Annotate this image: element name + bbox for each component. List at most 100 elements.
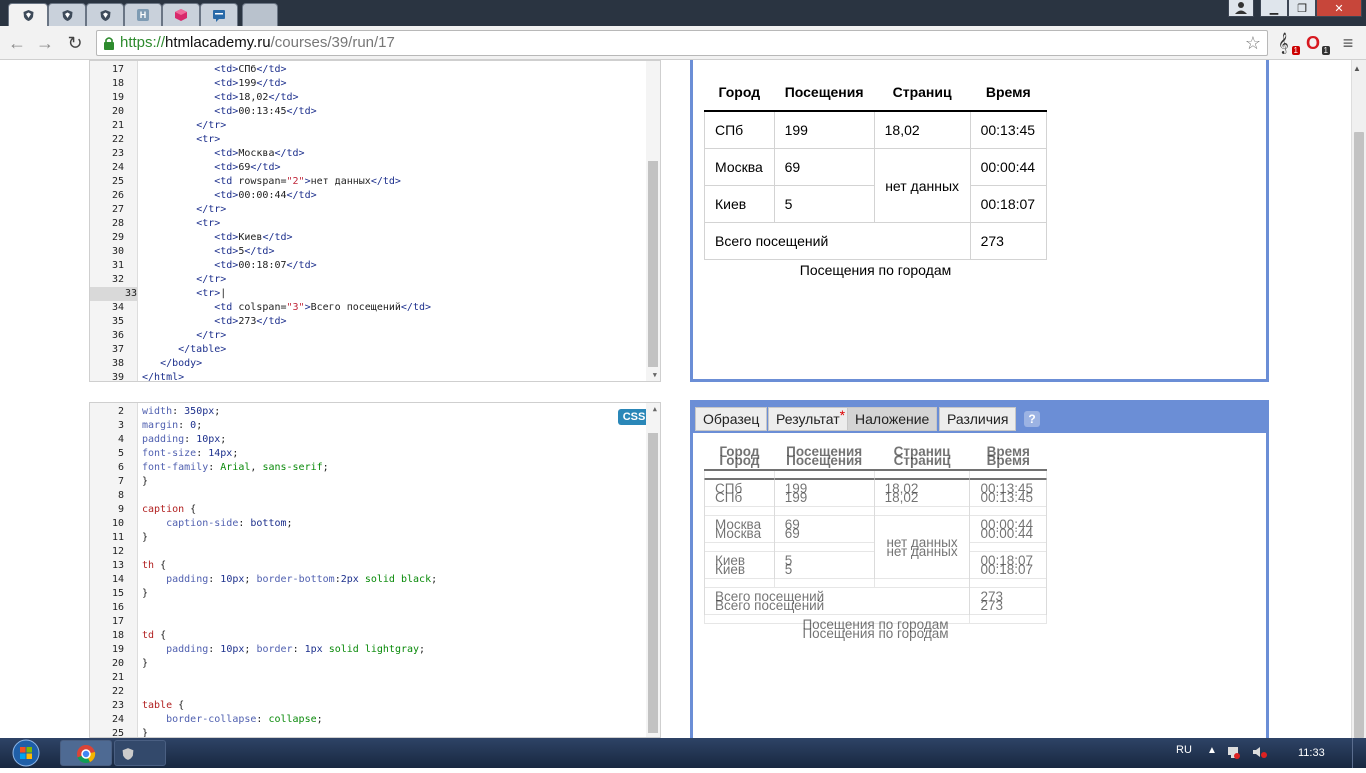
url-path: /courses/39/run/17 xyxy=(270,34,395,51)
code-line[interactable]: <td rowspan="2">нет данных</td> xyxy=(142,175,401,189)
code-line[interactable]: <td>69</td> xyxy=(142,161,280,175)
profile-button[interactable] xyxy=(1228,0,1254,17)
maximize-button[interactable]: ❐ xyxy=(1288,0,1316,17)
chrome-menu-button[interactable]: ≡ xyxy=(1338,33,1358,55)
tab-chat-site[interactable] xyxy=(200,3,238,26)
tab-h-site[interactable]: H xyxy=(124,3,162,26)
scroll-up-arrow-icon[interactable]: ▲ xyxy=(653,405,657,413)
code-line[interactable]: </tr> xyxy=(142,203,226,217)
code-line[interactable]: <tr>| xyxy=(142,287,226,301)
line-number: 21 xyxy=(111,672,124,683)
browser-toolbar: ← → ↻ https://htmlacademy.ru/courses/39/… xyxy=(0,26,1366,60)
code-line[interactable]: margin: 0; xyxy=(142,419,202,433)
code-line[interactable]: width: 350px; xyxy=(142,405,220,419)
code-line[interactable]: <td colspan="3">Всего посещений</td> xyxy=(142,301,431,315)
table-cell: 00:13:45 xyxy=(969,469,1047,507)
code-line[interactable]: <td>00:00:44</td> xyxy=(142,189,316,203)
scrollbar-thumb[interactable] xyxy=(648,433,658,733)
scroll-up-arrow-icon[interactable]: ▲ xyxy=(1353,64,1361,73)
line-number: 29 xyxy=(111,232,124,243)
code-line[interactable]: caption-side: bottom; xyxy=(142,517,292,531)
bookmark-star-icon[interactable]: ☆ xyxy=(1245,31,1261,55)
code-line[interactable]: padding: 10px; border: 1px solid lightgr… xyxy=(142,643,425,657)
code-line[interactable]: <td>5</td> xyxy=(142,245,274,259)
tab-sample[interactable]: Образец xyxy=(695,407,768,431)
code-line[interactable]: <td>Москва</td> xyxy=(142,147,304,161)
code-line[interactable]: </html> xyxy=(142,371,184,381)
page-scrollbar[interactable]: ▲ xyxy=(1351,60,1366,738)
code-line[interactable]: } xyxy=(142,587,148,601)
code-line[interactable]: padding: 10px; xyxy=(142,433,226,447)
start-button[interactable] xyxy=(4,738,48,768)
clock[interactable]: 11:33 xyxy=(1298,747,1325,759)
code-line[interactable]: <td>00:18:07</td> xyxy=(142,259,316,273)
tab-label: Наложение xyxy=(855,411,930,427)
code-line[interactable]: } xyxy=(142,657,148,671)
new-tab-button[interactable] xyxy=(242,3,278,26)
code-line[interactable]: td { xyxy=(142,629,166,643)
code-line[interactable]: <td>Киев</td> xyxy=(142,231,292,245)
extension-opera-button[interactable]: O 1 xyxy=(1306,33,1330,55)
code-line[interactable]: caption { xyxy=(142,503,196,517)
code-line[interactable]: font-family: Arial, sans-serif; xyxy=(142,461,329,475)
header-pages: Страниц xyxy=(874,74,971,112)
tab-result[interactable]: Результат* xyxy=(768,407,854,431)
show-hidden-icons-button[interactable]: ▲ xyxy=(1207,745,1217,756)
code-line[interactable]: </body> xyxy=(142,357,202,371)
html-editor-scrollbar[interactable]: ▼ xyxy=(646,61,660,381)
table-cell: Москва xyxy=(704,148,775,186)
html-code-editor[interactable]: 17 <td>СПб</td> 18 <td>199</td> 19 <td>18,… xyxy=(89,60,661,382)
overlay-frame: Посещения по городам Город Посещения Стран… xyxy=(693,433,1266,741)
code-line[interactable]: </tr> xyxy=(142,273,226,287)
code-line[interactable]: padding: 10px; border-bottom:2px solid b… xyxy=(142,573,437,587)
scrollbar-thumb[interactable] xyxy=(648,161,658,367)
code-line[interactable]: <td>СПб</td> xyxy=(142,63,286,77)
code-line[interactable]: </table> xyxy=(142,343,226,357)
code-line[interactable]: <td>199</td> xyxy=(142,77,286,91)
close-window-button[interactable]: ✕ xyxy=(1316,0,1362,17)
code-line[interactable]: table { xyxy=(142,699,184,713)
show-desktop-button[interactable] xyxy=(1352,738,1366,768)
extension-music-button[interactable]: 𝄞 1 xyxy=(1278,33,1300,55)
keyboard-language[interactable]: RU xyxy=(1176,744,1192,756)
tab-htmlacademy-2[interactable] xyxy=(48,3,86,26)
reload-button[interactable]: ↻ xyxy=(64,32,86,54)
table-header: Город xyxy=(704,434,775,471)
help-button[interactable]: ? xyxy=(1024,411,1040,427)
taskbar-app-2[interactable] xyxy=(114,740,166,766)
code-line[interactable]: <tr> xyxy=(142,133,220,147)
line-number: 7 xyxy=(117,476,124,487)
code-line[interactable]: } xyxy=(142,475,148,489)
code-line[interactable]: <td>00:13:45</td> xyxy=(142,105,316,119)
tab-htmlacademy-3[interactable] xyxy=(86,3,124,26)
code-line[interactable]: } xyxy=(142,531,148,545)
code-line[interactable]: <td>273</td> xyxy=(142,315,286,329)
line-number: 25 xyxy=(111,728,124,738)
line-number: 6 xyxy=(117,462,124,473)
back-button[interactable]: ← xyxy=(6,32,28,54)
code-line[interactable]: </tr> xyxy=(142,119,226,133)
table-header: Время xyxy=(969,434,1047,471)
address-bar[interactable]: https://htmlacademy.ru/courses/39/run/17… xyxy=(96,30,1268,56)
tab-cube-site[interactable] xyxy=(162,3,200,26)
code-line[interactable]: th { xyxy=(142,559,166,573)
tray-network-icon[interactable] xyxy=(1226,745,1240,759)
scrollbar-thumb[interactable] xyxy=(1354,132,1364,738)
tab-htmlacademy-active[interactable] xyxy=(8,3,48,26)
code-line[interactable]: } xyxy=(142,727,148,737)
css-code-editor[interactable]: 2 width: 350px; 3 margin: 0; 4 padding: 10px;… xyxy=(89,402,661,738)
minimize-button[interactable]: ▁ xyxy=(1260,0,1288,17)
tab-differences[interactable]: Различия xyxy=(939,407,1017,431)
tray-volume-icon[interactable] xyxy=(1252,745,1268,759)
line-number: 17 xyxy=(111,64,124,75)
css-editor-scrollbar[interactable]: ▲ xyxy=(646,403,660,737)
code-line[interactable]: <tr> xyxy=(142,217,220,231)
code-line[interactable]: font-size: 14px; xyxy=(142,447,238,461)
forward-button[interactable]: → xyxy=(34,32,56,54)
code-line[interactable]: </tr> xyxy=(142,329,226,343)
code-line[interactable]: <td>18,02</td> xyxy=(142,91,298,105)
scroll-down-arrow-icon[interactable]: ▼ xyxy=(653,371,657,379)
tab-overlay[interactable]: Наложение xyxy=(847,407,938,431)
code-line[interactable]: border-collapse: collapse; xyxy=(142,713,323,727)
taskbar-chrome[interactable] xyxy=(60,740,112,766)
